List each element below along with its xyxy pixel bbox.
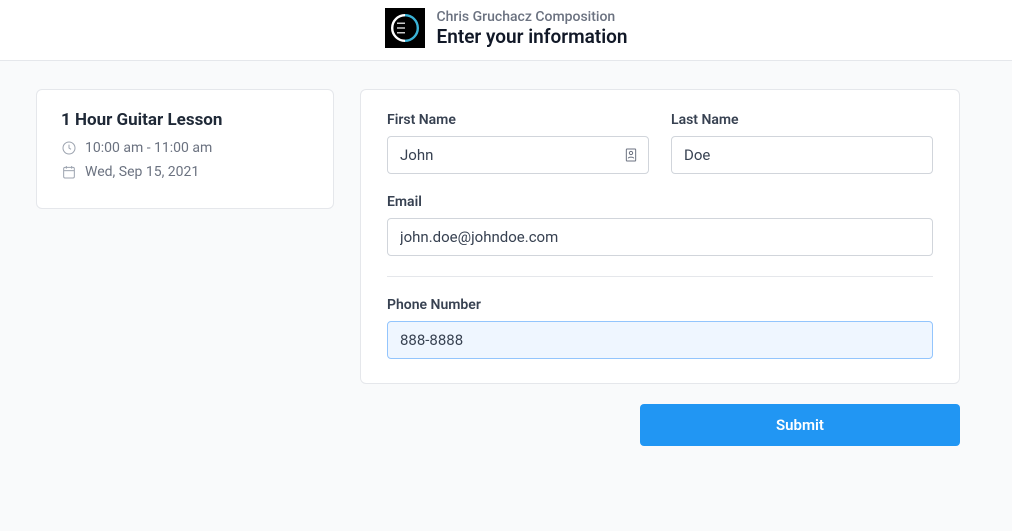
email-input[interactable] xyxy=(387,218,933,256)
form-column: First Name Last Name Em xyxy=(360,89,960,446)
email-group: Email xyxy=(387,194,933,256)
page-header: Chris Gruchacz Composition Enter your in… xyxy=(0,0,1012,61)
appointment-time-row: 10:00 am - 11:00 am xyxy=(61,140,309,156)
phone-group: Phone Number xyxy=(387,297,933,359)
main-content: 1 Hour Guitar Lesson 10:00 am - 11:00 am… xyxy=(0,61,1012,531)
name-row: First Name Last Name xyxy=(387,112,933,174)
first-name-input[interactable] xyxy=(387,136,649,174)
email-label: Email xyxy=(387,194,933,210)
submit-row: Submit xyxy=(360,404,960,446)
appointment-summary-card: 1 Hour Guitar Lesson 10:00 am - 11:00 am… xyxy=(36,89,334,209)
appointment-time: 10:00 am - 11:00 am xyxy=(85,140,212,156)
first-name-group: First Name xyxy=(387,112,649,174)
header-text: Chris Gruchacz Composition Enter your in… xyxy=(437,9,628,48)
first-name-label: First Name xyxy=(387,112,649,128)
appointment-date: Wed, Sep 15, 2021 xyxy=(85,164,199,180)
brand-logo xyxy=(385,8,425,48)
appointment-date-row: Wed, Sep 15, 2021 xyxy=(61,164,309,180)
calendar-icon xyxy=(61,164,77,180)
last-name-label: Last Name xyxy=(671,112,933,128)
form-divider xyxy=(387,276,933,277)
appointment-title: 1 Hour Guitar Lesson xyxy=(61,110,309,130)
info-form-card: First Name Last Name Em xyxy=(360,89,960,384)
submit-button[interactable]: Submit xyxy=(640,404,960,446)
phone-input[interactable] xyxy=(387,321,933,359)
last-name-input[interactable] xyxy=(671,136,933,174)
brand-name: Chris Gruchacz Composition xyxy=(437,9,628,25)
last-name-group: Last Name xyxy=(671,112,933,174)
phone-label: Phone Number xyxy=(387,297,933,313)
page-title: Enter your information xyxy=(437,25,628,48)
clock-icon xyxy=(61,140,77,156)
